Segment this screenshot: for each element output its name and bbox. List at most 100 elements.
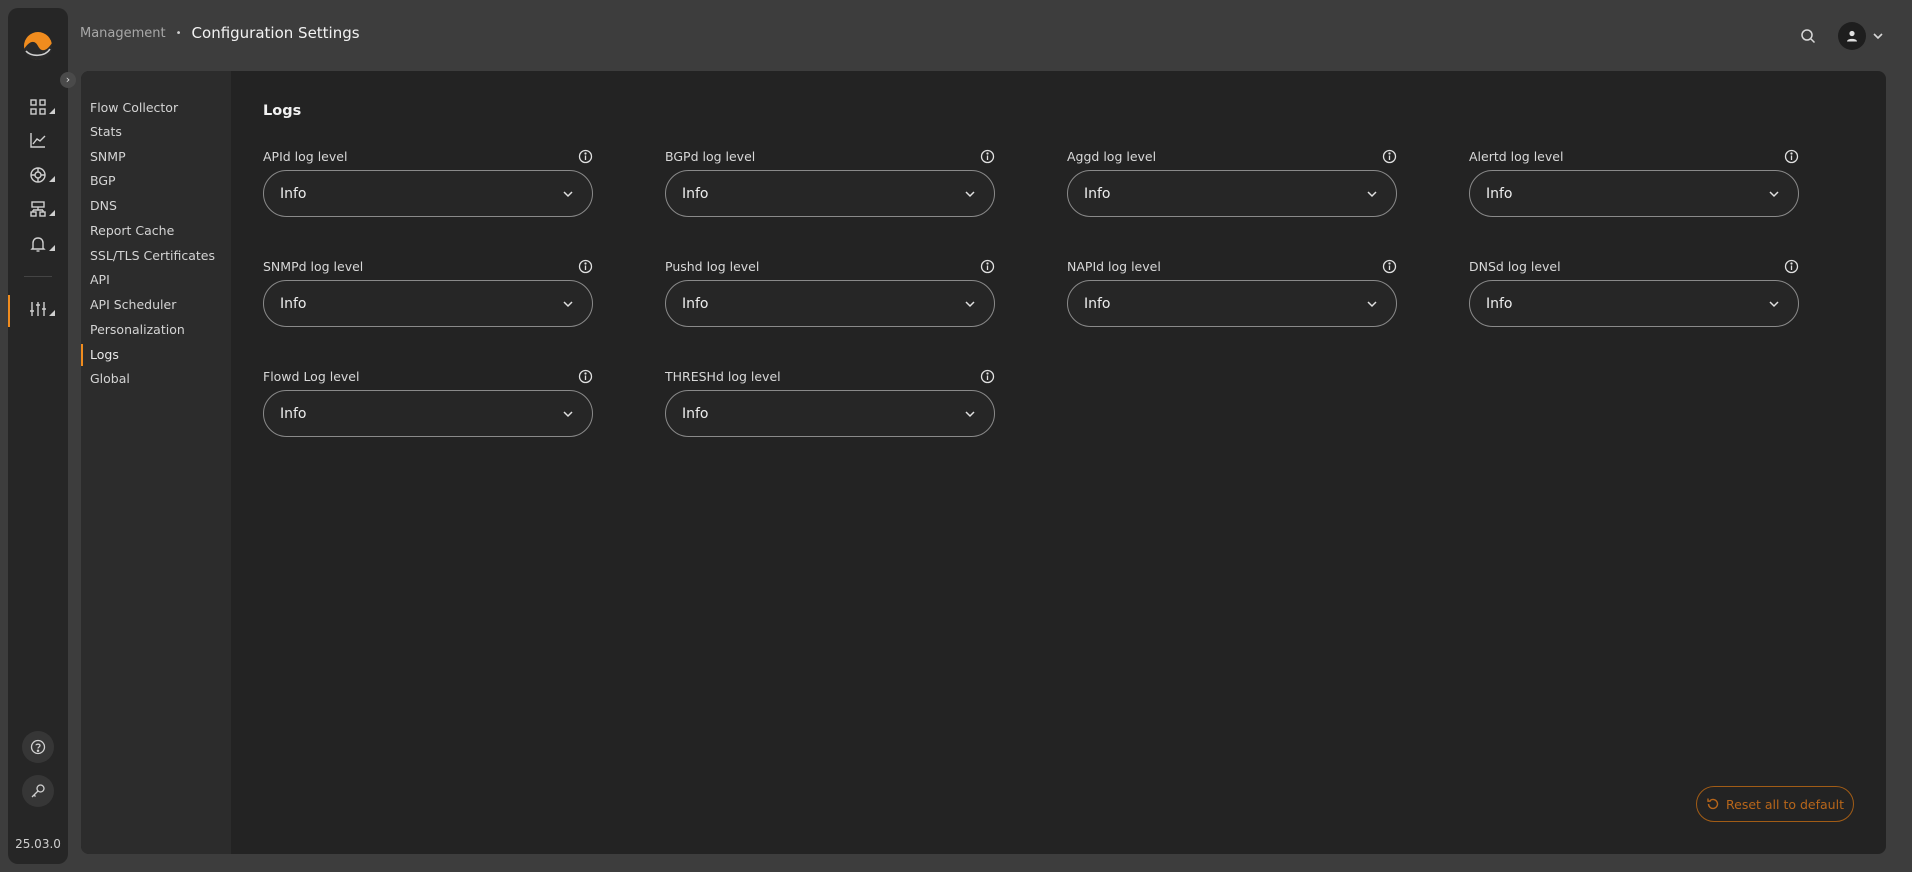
field-label: BGPd log level	[665, 148, 756, 164]
subnav-item-personalization[interactable]: Personalization	[81, 319, 231, 341]
app-logo-icon[interactable]	[22, 30, 54, 62]
rail-item-topology[interactable]	[8, 195, 68, 223]
rail-item-settings[interactable]	[8, 295, 68, 327]
info-icon[interactable]	[980, 369, 995, 384]
field-label: NAPId log level	[1067, 258, 1161, 274]
subnav-item-dns[interactable]: DNS	[81, 195, 231, 217]
select-value: Info	[682, 405, 709, 422]
log-level-field: THRESHd log level Info	[665, 367, 995, 437]
help-icon	[30, 739, 46, 755]
select-value: Info	[1486, 295, 1513, 312]
log-level-select[interactable]: Info	[1067, 170, 1397, 217]
field-label: Aggd log level	[1067, 148, 1157, 164]
field-label: APId log level	[263, 148, 348, 164]
page-title: Configuration Settings	[191, 24, 360, 42]
settings-subnav: Flow Collector Stats SNMP BGP DNS Report…	[81, 71, 231, 854]
select-value: Info	[280, 405, 307, 422]
chevron-down-icon	[965, 300, 975, 307]
chevron-down-icon	[1367, 190, 1377, 197]
chevron-down-icon	[1873, 33, 1883, 40]
breadcrumb-parent[interactable]: Management	[80, 26, 166, 41]
info-icon[interactable]	[578, 259, 593, 274]
subnav-item-report-cache[interactable]: Report Cache	[81, 220, 231, 242]
rail-item-analytics[interactable]	[8, 126, 68, 154]
license-button[interactable]	[22, 775, 54, 807]
subnav-item-snmp[interactable]: SNMP	[81, 146, 231, 168]
chevron-down-icon	[965, 190, 975, 197]
info-icon[interactable]	[980, 259, 995, 274]
submenu-indicator-icon	[49, 245, 55, 251]
help-button[interactable]	[22, 731, 54, 763]
log-level-field: Pushd log level Info	[665, 257, 995, 327]
log-level-field: Flowd Log level Info	[263, 367, 593, 437]
select-value: Info	[1486, 185, 1513, 202]
settings-content: Logs APId log level Info BGPd log level …	[231, 71, 1886, 854]
chart-line-icon	[30, 133, 46, 148]
log-level-select[interactable]: Info	[1469, 170, 1799, 217]
icon-rail: › 25.03.0	[8, 8, 76, 864]
rail-item-alerts[interactable]	[8, 230, 68, 258]
info-icon[interactable]	[578, 149, 593, 164]
info-icon[interactable]	[1784, 259, 1799, 274]
log-level-select[interactable]: Info	[1067, 280, 1397, 327]
submenu-indicator-icon	[49, 176, 55, 182]
reset-icon	[1707, 798, 1719, 810]
info-icon[interactable]	[980, 149, 995, 164]
rail-item-dashboards[interactable]	[8, 93, 68, 121]
expand-rail-button[interactable]: ›	[60, 72, 76, 88]
select-value: Info	[1084, 295, 1111, 312]
submenu-indicator-icon	[49, 108, 55, 114]
select-value: Info	[682, 295, 709, 312]
rail-divider	[24, 276, 52, 277]
log-level-field: APId log level Info	[263, 147, 593, 217]
subnav-item-logs[interactable]: Logs	[81, 344, 231, 366]
dashboard-icon	[30, 99, 46, 115]
header-actions	[1800, 22, 1884, 50]
log-level-field: Alertd log level Info	[1469, 147, 1799, 217]
subnav-item-bgp[interactable]: BGP	[81, 170, 231, 192]
subnav-item-api[interactable]: API	[81, 269, 231, 291]
chevron-down-icon	[1367, 300, 1377, 307]
select-value: Info	[682, 185, 709, 202]
breadcrumb: Management • Configuration Settings	[80, 24, 360, 42]
info-icon[interactable]	[1382, 149, 1397, 164]
log-level-field: SNMPd log level Info	[263, 257, 593, 327]
log-level-field: NAPId log level Info	[1067, 257, 1397, 327]
log-level-field: BGPd log level Info	[665, 147, 995, 217]
field-label: SNMPd log level	[263, 258, 364, 274]
submenu-indicator-icon	[49, 310, 55, 316]
log-level-select[interactable]: Info	[1469, 280, 1799, 327]
log-level-field: Aggd log level Info	[1067, 147, 1397, 217]
select-value: Info	[280, 295, 307, 312]
field-label: Alertd log level	[1469, 148, 1564, 164]
info-icon[interactable]	[1382, 259, 1397, 274]
rail-item-targets[interactable]	[8, 161, 68, 189]
settings-panel: Flow Collector Stats SNMP BGP DNS Report…	[81, 71, 1886, 854]
user-icon	[1847, 30, 1857, 42]
log-level-select[interactable]: Info	[263, 170, 593, 217]
subnav-item-ssl-tls[interactable]: SSL/TLS Certificates	[81, 245, 231, 267]
reset-all-label: Reset all to default	[1726, 796, 1844, 812]
field-label: Pushd log level	[665, 258, 760, 274]
log-level-select[interactable]: Info	[665, 280, 995, 327]
log-level-select[interactable]: Info	[665, 390, 995, 437]
search-icon[interactable]	[1800, 28, 1816, 44]
subnav-item-flow-collector[interactable]: Flow Collector	[81, 97, 231, 119]
info-icon[interactable]	[1784, 149, 1799, 164]
field-label: THRESHd log level	[665, 368, 781, 384]
subnav-item-stats[interactable]: Stats	[81, 121, 231, 143]
subnav-item-api-scheduler[interactable]: API Scheduler	[81, 294, 231, 316]
info-icon[interactable]	[578, 369, 593, 384]
user-menu[interactable]	[1838, 22, 1884, 50]
log-level-select[interactable]: Info	[665, 170, 995, 217]
subnav-item-global[interactable]: Global	[81, 368, 231, 390]
target-icon	[30, 167, 46, 183]
key-icon	[31, 784, 45, 798]
chevron-down-icon	[563, 410, 573, 417]
log-level-select[interactable]: Info	[263, 390, 593, 437]
log-level-select[interactable]: Info	[263, 280, 593, 327]
chevron-down-icon	[1769, 190, 1779, 197]
avatar	[1838, 22, 1866, 50]
reset-all-button[interactable]: Reset all to default	[1696, 786, 1854, 822]
chevron-down-icon	[563, 190, 573, 197]
